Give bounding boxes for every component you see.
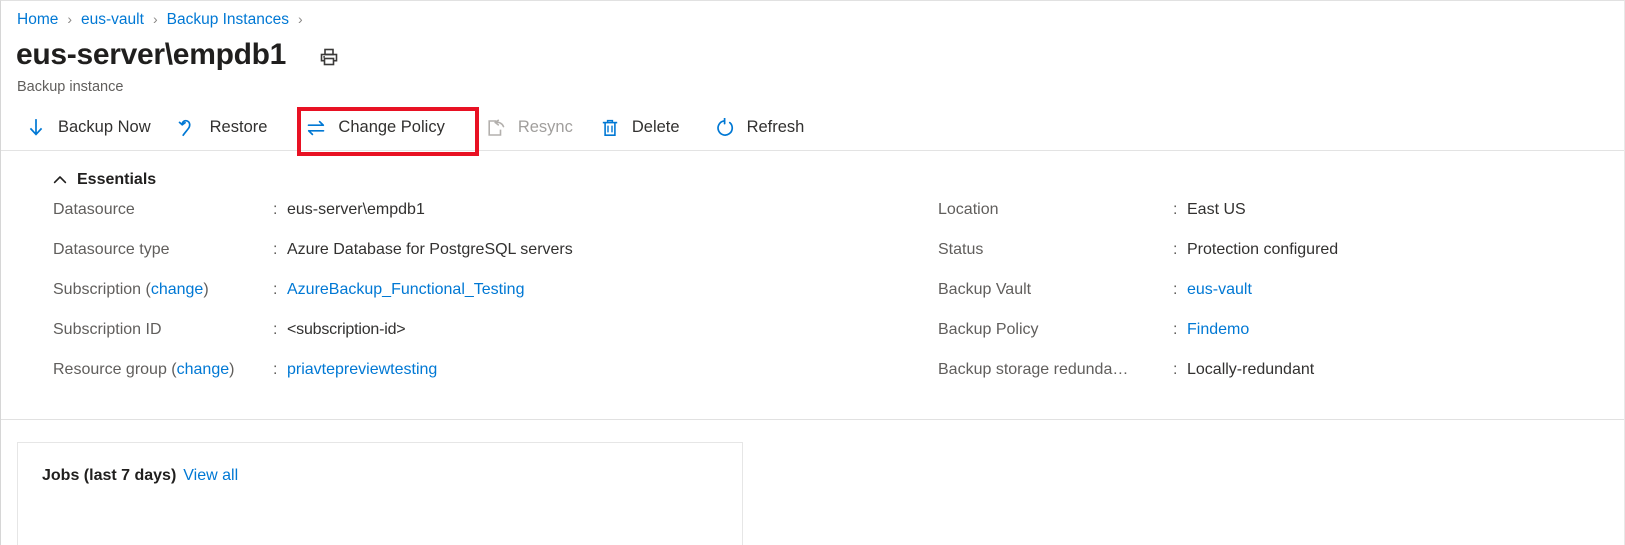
essentials-toggle[interactable]: Essentials	[1, 151, 156, 189]
essentials-label: Subscription (change)	[53, 281, 273, 299]
restore-label: Restore	[210, 119, 268, 136]
essentials-colon: :	[1173, 281, 1187, 299]
essentials-label: Datasource	[53, 201, 273, 219]
essentials-label: Resource group (change)	[53, 361, 273, 379]
essentials-row-backup-vault: Backup Vault : eus-vault	[938, 281, 1578, 321]
essentials-value-subscription[interactable]: AzureBackup_Functional_Testing	[287, 281, 524, 299]
essentials-left-column: Datasource : eus-server\empdb1 Datasourc…	[53, 201, 938, 401]
breadcrumb-separator-icon: ›	[153, 12, 158, 26]
refresh-icon	[714, 117, 736, 139]
page-title: eus-server\empdb1	[16, 39, 286, 71]
breadcrumb-separator-icon: ›	[67, 12, 72, 26]
essentials-value-location: East US	[1187, 201, 1246, 219]
breadcrumb: Home › eus-vault › Backup Instances ›	[1, 1, 1624, 31]
essentials-row-datasource: Datasource : eus-server\empdb1	[53, 201, 938, 241]
resync-button: Resync	[485, 111, 586, 145]
essentials-colon: :	[273, 241, 287, 259]
resource-group-change-link[interactable]: change	[177, 361, 230, 378]
title-row: eus-server\empdb1	[1, 31, 1624, 73]
resync-icon	[485, 117, 507, 139]
essentials-colon: :	[1173, 361, 1187, 379]
essentials-label-text: Resource group	[53, 361, 167, 378]
jobs-area: Jobs (last 7 days) View all	[1, 420, 1624, 545]
resync-label: Resync	[518, 119, 573, 136]
breadcrumb-item-backup-instances[interactable]: Backup Instances	[167, 11, 289, 29]
essentials-colon: :	[1173, 321, 1187, 339]
jobs-title-row: Jobs (last 7 days) View all	[42, 467, 742, 485]
breadcrumb-item-home[interactable]: Home	[17, 11, 58, 29]
command-bar: Backup Now Restore Change Policy	[1, 105, 1624, 151]
chevron-up-icon	[53, 173, 67, 187]
change-policy-button[interactable]: Change Policy	[305, 111, 457, 145]
essentials-colon: :	[273, 201, 287, 219]
essentials-row-subscription-id: Subscription ID : <subscription-id>	[53, 321, 938, 361]
essentials-colon: :	[273, 361, 287, 379]
azure-portal-blade: Home › eus-vault › Backup Instances › eu…	[0, 0, 1625, 545]
restore-button[interactable]: Restore	[177, 111, 281, 145]
page-subtitle: Backup instance	[1, 73, 1624, 95]
jobs-view-all-link[interactable]: View all	[183, 467, 238, 485]
essentials-row-backup-storage-redundancy: Backup storage redunda… : Locally-redund…	[938, 361, 1578, 401]
jobs-card: Jobs (last 7 days) View all	[17, 442, 743, 545]
essentials-colon: :	[1173, 201, 1187, 219]
breadcrumb-item-eus-vault[interactable]: eus-vault	[81, 11, 144, 29]
essentials-value-backup-policy[interactable]: Findemo	[1187, 321, 1249, 339]
refresh-label: Refresh	[747, 119, 805, 136]
down-arrow-icon	[25, 117, 47, 139]
essentials-value-resource-group[interactable]: priavtepreviewtesting	[287, 361, 437, 379]
trash-icon	[599, 117, 621, 139]
essentials-row-resource-group: Resource group (change) : priavtepreview…	[53, 361, 938, 401]
status-badge: Protection configured	[1187, 241, 1338, 259]
jobs-title: Jobs (last 7 days)	[42, 467, 176, 485]
essentials-label: Status	[938, 241, 1173, 259]
essentials-label: Backup storage redunda…	[938, 361, 1173, 379]
swap-arrows-icon	[305, 117, 327, 139]
essentials-value-backup-storage-redundancy: Locally-redundant	[1187, 361, 1314, 379]
essentials-grid: Datasource : eus-server\empdb1 Datasourc…	[1, 201, 1624, 401]
subscription-change-link[interactable]: change	[151, 281, 204, 298]
essentials-label: Backup Policy	[938, 321, 1173, 339]
essentials-row-backup-policy: Backup Policy : Findemo	[938, 321, 1578, 361]
delete-button[interactable]: Delete	[599, 111, 693, 145]
essentials-right-column: Location : East US Status : Protection c…	[938, 201, 1578, 401]
printer-icon[interactable]	[316, 44, 342, 70]
essentials-label: Backup Vault	[938, 281, 1173, 299]
essentials-row-location: Location : East US	[938, 201, 1578, 241]
essentials-label-text: Subscription	[53, 281, 141, 298]
undo-arrow-icon	[177, 117, 199, 139]
essentials-value-subscription-id: <subscription-id>	[287, 321, 405, 339]
essentials-value-datasource: eus-server\empdb1	[287, 201, 425, 219]
essentials-label: Subscription ID	[53, 321, 273, 339]
essentials-row-subscription: Subscription (change) : AzureBackup_Func…	[53, 281, 938, 321]
refresh-button[interactable]: Refresh	[714, 111, 818, 145]
essentials-label: Location	[938, 201, 1173, 219]
essentials-row-datasource-type: Datasource type : Azure Database for Pos…	[53, 241, 938, 281]
backup-now-label: Backup Now	[58, 119, 151, 136]
backup-now-button[interactable]: Backup Now	[25, 111, 164, 145]
delete-label: Delete	[632, 119, 680, 136]
essentials-colon: :	[273, 281, 287, 299]
essentials-colon: :	[273, 321, 287, 339]
essentials-value-datasource-type: Azure Database for PostgreSQL servers	[287, 241, 573, 259]
essentials-label: Datasource type	[53, 241, 273, 259]
essentials-title: Essentials	[77, 171, 156, 189]
essentials-value-backup-vault[interactable]: eus-vault	[1187, 281, 1252, 299]
breadcrumb-separator-icon: ›	[298, 12, 303, 26]
essentials-colon: :	[1173, 241, 1187, 259]
essentials-row-status: Status : Protection configured	[938, 241, 1578, 281]
change-policy-label: Change Policy	[338, 119, 444, 136]
